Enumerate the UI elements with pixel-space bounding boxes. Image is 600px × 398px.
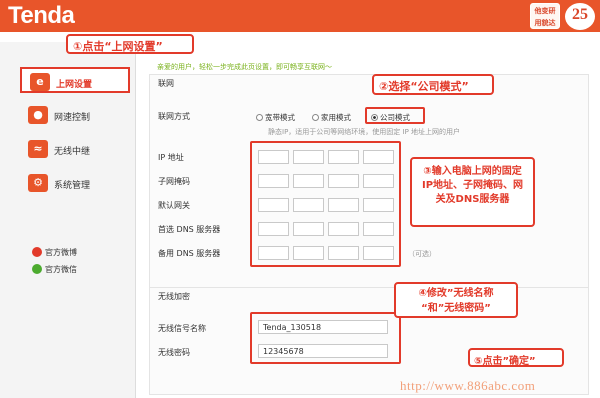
radio-broadband-mode[interactable]: 宽带模式 xyxy=(256,112,295,123)
sidebar-item-speed-control[interactable]: ● 网速控制 xyxy=(20,102,130,128)
ssid-label: 无线信号名称 xyxy=(158,324,206,333)
header-util-button[interactable]: 他变研 用貌达 xyxy=(530,3,560,29)
sidebar-item-label: 上网设置 xyxy=(56,80,93,90)
callout-step4-line2: “和”无线密码” xyxy=(421,303,491,314)
official-weibo-label: 官方微博 xyxy=(45,248,77,257)
callout-step3: ③输入电脑上网的固定IP地址、子网掩码、网关及DNS服务器 xyxy=(410,157,535,227)
sidebar-item-label: 系统管理 xyxy=(54,181,91,191)
header-util-button-line2: 用貌达 xyxy=(534,19,556,27)
wechat-icon xyxy=(32,264,42,274)
users-icon: ● xyxy=(28,106,48,124)
official-wechat-link[interactable]: 官方微信 xyxy=(32,264,77,275)
intro-text: 亲爱的用户，轻松一步完成此页设置，即可畅享互联网～ xyxy=(157,63,332,71)
gear-icon: ⚙ xyxy=(28,174,48,192)
site-watermark: http://www.886abc.com xyxy=(400,378,536,393)
callout-step4: ④修改”无线名称 “和”无线密码” xyxy=(394,282,518,318)
callout-step4-line1: ④修改”无线名称 xyxy=(418,288,494,299)
radio-label: 家用模式 xyxy=(321,113,351,122)
radio-dot xyxy=(256,114,263,121)
callout-step2: ②选择“公司模式” xyxy=(372,74,494,95)
official-weibo-link[interactable]: 官方微博 xyxy=(32,247,77,258)
annotation-box-wireless xyxy=(250,312,401,364)
sidebar-item-label: 网速控制 xyxy=(54,113,91,123)
subnet-mask-label: 子网掩码 xyxy=(158,177,190,186)
radio-label: 宽带模式 xyxy=(265,113,295,122)
internet-explorer-icon: e xyxy=(30,73,50,91)
wireless-password-label: 无线密码 xyxy=(158,348,190,357)
annotation-box-company-mode xyxy=(365,107,425,124)
wireless-icon: ≈ xyxy=(28,140,48,158)
preferred-dns-label: 首选 DNS 服务器 xyxy=(158,225,221,234)
weibo-icon xyxy=(32,247,42,257)
radio-dot xyxy=(312,114,319,121)
top-header: Tenda 他变研 用貌达 25 xyxy=(0,0,600,32)
sidebar-item-wireless-repeater[interactable]: ≈ 无线中继 xyxy=(20,136,130,162)
mode-hint: 静态IP，适用于公司等网络环境，使用固定 IP 地址上网的用户 xyxy=(268,128,461,136)
alternate-dns-label: 备用 DNS 服务器 xyxy=(158,249,221,258)
sidebar-item-system-management[interactable]: ⚙ 系统管理 xyxy=(20,170,130,196)
radio-home-mode[interactable]: 家用模式 xyxy=(312,112,351,123)
sidebar-item-label: 无线中继 xyxy=(54,147,91,157)
annotation-box-ip-fields xyxy=(250,141,401,267)
header-util-button-line1: 他变研 xyxy=(534,7,556,15)
anniversary-badge: 25 xyxy=(565,3,595,30)
connection-mode-label: 联网方式 xyxy=(158,112,190,121)
sidebar-item-internet-settings[interactable]: e 上网设置 xyxy=(20,67,130,93)
callout-step5: ⑤点击”确定” xyxy=(468,348,564,367)
tenda-logo: Tenda xyxy=(8,2,75,29)
callout-step1: ①点击“上网设置” xyxy=(66,34,194,54)
default-gateway-label: 默认网关 xyxy=(158,201,190,210)
wireless-panel-title: 无线加密 xyxy=(158,292,190,301)
sidebar: e 上网设置 ● 网速控制 ≈ 无线中继 ⚙ 系统管理 官方微博 官方微信 xyxy=(0,42,136,398)
ip-address-label: IP 地址 xyxy=(158,153,184,162)
network-panel-title: 联网 xyxy=(158,79,174,88)
alternate-dns-optional: （可选） xyxy=(408,250,436,258)
official-wechat-label: 官方微信 xyxy=(45,265,77,274)
anniversary-badge-number: 25 xyxy=(572,6,588,23)
